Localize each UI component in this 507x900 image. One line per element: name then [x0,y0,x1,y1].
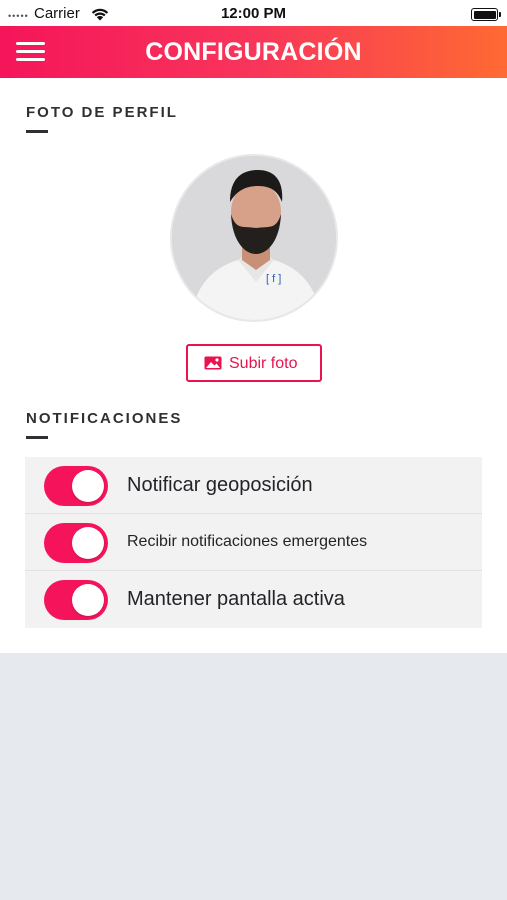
setting-row-popup-notifications[interactable]: Recibir notificaciones emergentes [25,514,482,571]
empty-background-area [0,653,507,900]
clock: 12:00 PM [220,5,287,22]
battery-icon [471,8,501,21]
header-bar: CONFIGURACIÓN [0,26,507,78]
setting-row-keep-screen-on[interactable]: Mantener pantalla activa [25,571,482,628]
section-underline [26,130,48,133]
image-icon [204,356,222,375]
popup-notifications-toggle[interactable] [44,523,108,563]
setting-row-geolocation[interactable]: Notificar geoposición [25,457,482,514]
page-title: CONFIGURACIÓN [145,38,362,66]
section-title-profile-photo: FOTO DE PERFIL [26,104,178,121]
section-underline [26,436,48,439]
geolocation-toggle[interactable] [44,466,108,506]
setting-label: Recibir notificaciones emergentes [127,533,368,550]
setting-label: Mantener pantalla activa [127,588,345,610]
upload-photo-label: Subir foto [229,355,298,372]
settings-content: FOTO DE PERFIL [ f ] Subir foto NOTIFICA… [0,78,507,653]
upload-photo-button[interactable]: Subir foto [186,344,322,382]
notification-settings-list: Notificar geoposición Recibir notificaci… [25,457,482,628]
status-bar: ••••• Carrier 12:00 PM [0,0,507,26]
profile-avatar: [ f ] [170,154,338,322]
shirt-logo: [ f ] [266,273,281,285]
section-title-notifications: NOTIFICACIONES [26,410,183,427]
setting-label: Notificar geoposición [127,474,313,496]
keep-screen-on-toggle[interactable] [44,580,108,620]
